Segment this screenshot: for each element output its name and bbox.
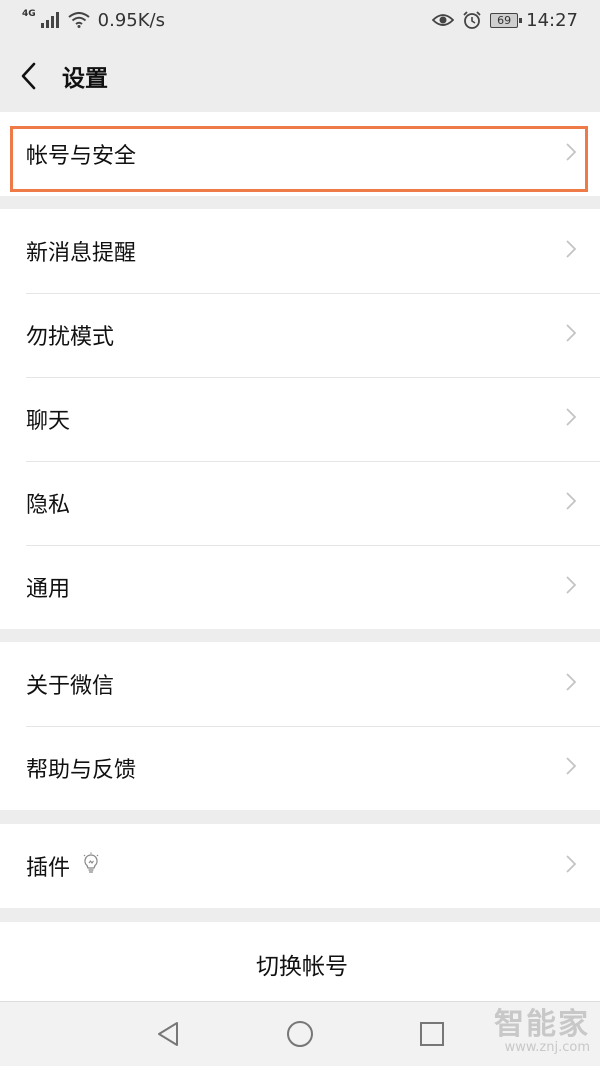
chevron-right-icon	[564, 490, 578, 516]
menu-item-label: 插件	[26, 856, 71, 881]
chevron-right-icon	[564, 574, 578, 600]
lightbulb-icon	[82, 852, 100, 880]
menu-item-label: 关于微信	[26, 674, 115, 699]
menu-item-help-feedback[interactable]: 帮助与反馈	[0, 726, 600, 810]
status-bar: 4G 0.95K/s 69 14:27	[0, 0, 600, 40]
nav-back-triangle-icon[interactable]	[148, 1014, 188, 1054]
switch-account-group: 切换帐号	[0, 922, 600, 1006]
nav-home-circle-icon[interactable]	[280, 1014, 320, 1054]
menu-item-label: 帐号与安全	[26, 144, 137, 169]
network-gen-label: 4G	[22, 9, 36, 19]
menu-item-label: 隐私	[26, 493, 71, 518]
alarm-icon	[462, 11, 482, 29]
menu-item-privacy[interactable]: 隐私	[0, 461, 600, 545]
chevron-right-icon	[564, 238, 578, 264]
page-title: 设置	[62, 66, 108, 92]
back-arrow-icon[interactable]	[20, 61, 44, 91]
general-group: 新消息提醒 勿扰模式 聊天 隐私 通用	[0, 209, 600, 629]
account-group: 帐号与安全	[0, 112, 600, 196]
switch-account-button[interactable]: 切换帐号	[0, 922, 600, 1006]
chevron-right-icon	[564, 406, 578, 432]
eye-icon	[432, 13, 455, 27]
menu-item-do-not-disturb[interactable]: 勿扰模式	[0, 293, 600, 377]
menu-item-about-wechat[interactable]: 关于微信	[0, 642, 600, 726]
group-divider	[0, 629, 600, 642]
watermark-logo: 智能家	[494, 1007, 590, 1043]
menu-item-plugins[interactable]: 插件	[0, 824, 600, 908]
menu-item-label: 勿扰模式	[26, 325, 115, 350]
menu-item-label: 新消息提醒	[26, 241, 137, 266]
chevron-right-icon	[564, 755, 578, 781]
wifi-icon	[68, 12, 90, 28]
network-speed: 0.95K/s	[97, 9, 165, 31]
group-divider	[0, 810, 600, 824]
menu-item-label: 通用	[26, 577, 71, 602]
signal-icon	[40, 12, 60, 28]
group-divider	[0, 196, 600, 209]
watermark-url: www.znj.com	[504, 1040, 590, 1056]
nav-recents-square-icon[interactable]	[412, 1014, 452, 1054]
menu-item-label: 帮助与反馈	[26, 758, 137, 783]
menu-item-label: 聊天	[26, 409, 71, 434]
battery-icon: 69	[490, 12, 523, 28]
watermark: 智能家 www.znj.com	[494, 1010, 590, 1056]
chevron-right-icon	[564, 671, 578, 697]
menu-item-general[interactable]: 通用	[0, 545, 600, 629]
clock-time: 14:27	[526, 9, 578, 31]
menu-item-new-message-alerts[interactable]: 新消息提醒	[0, 209, 600, 293]
menu-item-account-security[interactable]: 帐号与安全	[0, 112, 600, 196]
menu-item-chat[interactable]: 聊天	[0, 377, 600, 461]
switch-account-label: 切换帐号	[256, 954, 348, 980]
chevron-right-icon	[564, 322, 578, 348]
chevron-right-icon	[564, 853, 578, 879]
plugins-group: 插件	[0, 824, 600, 908]
about-group: 关于微信 帮助与反馈	[0, 642, 600, 810]
group-divider	[0, 908, 600, 922]
nav-header: 设置	[0, 40, 600, 112]
chevron-right-icon	[564, 141, 578, 167]
